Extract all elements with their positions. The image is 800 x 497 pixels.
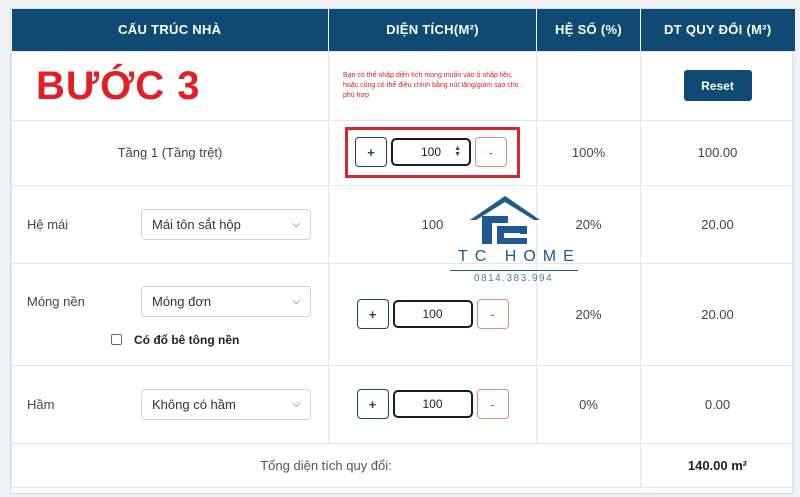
roof-label-cell: Hệ mái Mái tôn sắt hộp ⌵ [11, 184, 329, 264]
roof-coef: 20% [536, 184, 641, 264]
header-coef: HỆ SỐ (%) [536, 9, 641, 51]
concrete-floor-checkbox[interactable] [111, 334, 122, 345]
total-value: 140.00 m² [640, 442, 795, 488]
foundation-area-input[interactable]: 100 [392, 300, 473, 328]
chevron-down-icon: ⌵ [292, 295, 300, 307]
basement-area-cell: + 100 - [328, 364, 537, 444]
basement-label: Hầm [27, 396, 55, 412]
floor1-increment-button[interactable]: + [355, 137, 387, 167]
total-label: Tổng diện tích quy đổi: [11, 442, 641, 488]
basement-coef: 0% [536, 364, 641, 444]
reset-button[interactable]: Reset [683, 70, 752, 101]
foundation-increment-button[interactable]: + [356, 299, 389, 329]
highlight-box: + 100 ▲ ▼ - [345, 127, 520, 178]
floor1-converted: 100.00 [640, 119, 795, 186]
chevron-down-icon: ⌵ [292, 398, 300, 410]
basement-increment-button[interactable]: + [356, 389, 389, 419]
foundation-label: Móng nền [27, 293, 85, 309]
header-area: DIỆN TÍCH(M²) [328, 9, 537, 51]
basement-stepper: + 100 - [329, 389, 536, 419]
concrete-floor-label: Có đổ bê tông nền [134, 332, 240, 347]
step-title: BƯỚC 3 [36, 63, 201, 108]
note-cell: Bạn có thể nhập diện tích mong muốn vào … [328, 50, 537, 121]
floor1-stepper: + 100 ▲ ▼ - [355, 137, 507, 167]
foundation-converted: 20.00 [640, 262, 795, 366]
reset-cell: Reset [640, 50, 795, 121]
floor1-label-cell: Tầng 1 (Tầng trệt) [11, 119, 329, 186]
floor1-coef: 100% [536, 119, 641, 186]
roof-area: 100 [328, 184, 537, 264]
step-cell: BƯỚC 3 [11, 50, 329, 121]
roof-converted: 20.00 [640, 184, 795, 264]
foundation-decrement-button[interactable]: - [476, 299, 509, 329]
concrete-floor-option[interactable]: Có đổ bê tông nền [12, 333, 328, 347]
instruction-note: Bạn có thể nhập diện tích mong muốn vào … [343, 71, 519, 99]
floor1-area-value: 100 [420, 145, 442, 159]
foundation-stepper: + 100 - [329, 299, 536, 329]
floor1-label: Tầng 1 (Tầng trệt) [117, 144, 223, 160]
basement-decrement-button[interactable]: - [476, 389, 509, 419]
foundation-area-value: 100 [422, 307, 443, 321]
roof-type-value: Mái tôn sắt hộp [152, 216, 241, 232]
header-converted: DT QUY ĐỔI (M²) [640, 9, 795, 51]
chevron-down-icon: ⌵ [292, 218, 300, 230]
foundation-coef: 20% [536, 262, 641, 366]
area-table: CẤU TRÚC NHÀ DIỆN TÍCH(M²) HỆ SỐ (%) DT … [11, 9, 795, 488]
roof-type-select[interactable]: Mái tôn sắt hộp ⌵ [141, 208, 311, 240]
basement-label-cell: Hầm Không có hầm ⌵ [11, 364, 329, 444]
calculator-panel: CẤU TRÚC NHÀ DIỆN TÍCH(M²) HỆ SỐ (%) DT … [10, 8, 795, 494]
header-structure: CẤU TRÚC NHÀ [11, 9, 329, 51]
basement-area-value: 100 [422, 397, 443, 411]
empty-cell [536, 50, 641, 121]
basement-type-select[interactable]: Không có hầm ⌵ [141, 388, 311, 420]
foundation-type-select[interactable]: Móng đơn ⌵ [141, 285, 311, 317]
basement-type-value: Không có hầm [152, 396, 236, 412]
spin-arrows-icon[interactable]: ▲ ▼ [454, 145, 461, 158]
foundation-label-cell: Móng nền Móng đơn ⌵ Có đổ bê tông nền [11, 262, 329, 366]
floor1-area-input[interactable]: 100 ▲ ▼ [391, 138, 471, 166]
basement-area-input[interactable]: 100 [392, 390, 473, 418]
floor1-decrement-button[interactable]: - [475, 137, 507, 167]
floor1-area-cell: + 100 ▲ ▼ - [328, 119, 537, 186]
roof-label: Hệ mái [27, 216, 69, 232]
foundation-type-value: Móng đơn [152, 293, 212, 309]
foundation-area-cell: + 100 - [328, 262, 537, 366]
basement-converted: 0.00 [640, 364, 795, 444]
